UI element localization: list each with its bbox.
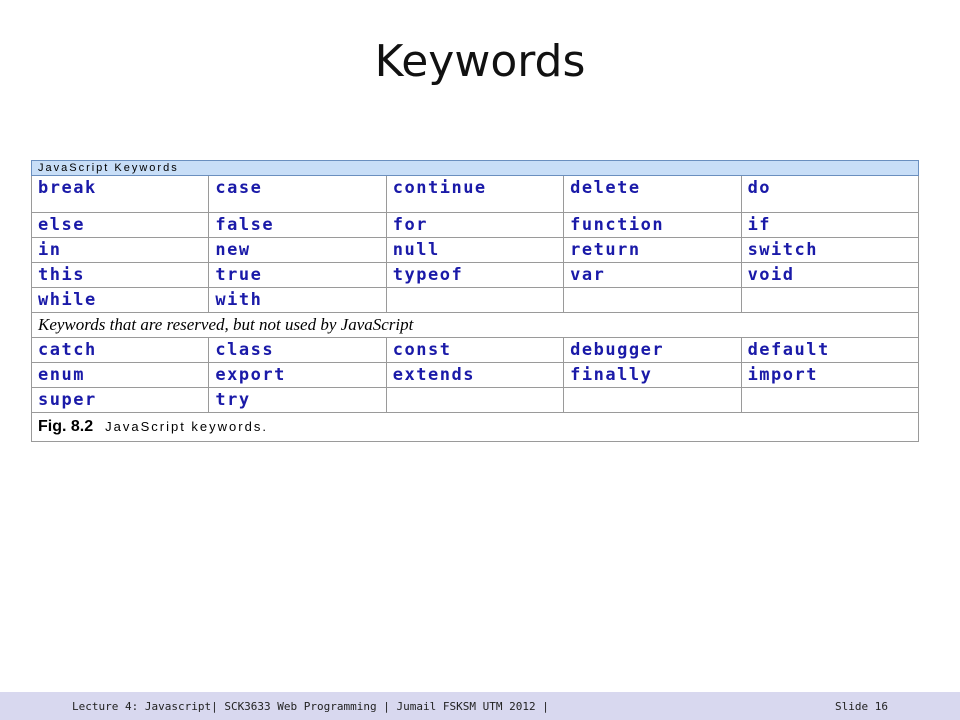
keyword-cell: this: [30, 262, 210, 288]
keyword-cell: for: [385, 212, 565, 238]
keyword-cell: false: [208, 212, 387, 238]
keyword-cell: function: [563, 212, 742, 238]
keyword-cell: [563, 287, 742, 313]
keyword-cell: continue: [385, 175, 565, 213]
keyword-cell: while: [30, 287, 210, 313]
keyword-cell: void: [740, 262, 920, 288]
keyword-cell: do: [740, 175, 920, 213]
table-row: else false for function if: [30, 212, 920, 238]
keyword-cell: debugger: [563, 337, 742, 363]
footer-slide-number: Slide 16: [835, 700, 888, 713]
keyword-cell: extends: [385, 362, 565, 388]
keyword-cell: delete: [563, 175, 742, 213]
keyword-cell: [385, 287, 565, 313]
caption-text: JavaScript keywords.: [105, 419, 268, 434]
keyword-cell: true: [208, 262, 387, 288]
keyword-cell: [563, 387, 742, 413]
footer-course-info: Lecture 4: Javascript| SCK3633 Web Progr…: [72, 700, 549, 713]
table-header: JavaScript Keywords: [31, 160, 919, 176]
keyword-cell: [740, 287, 920, 313]
keyword-cell: export: [208, 362, 387, 388]
keyword-cell: new: [208, 237, 387, 263]
keyword-cell: null: [385, 237, 565, 263]
keyword-cell: default: [740, 337, 920, 363]
keyword-cell: switch: [740, 237, 920, 263]
keyword-cell: break: [30, 175, 210, 213]
keyword-cell: else: [30, 212, 210, 238]
keyword-cell: const: [385, 337, 565, 363]
reserved-label: Keywords that are reserved, but not used…: [31, 312, 919, 338]
keywords-table: JavaScript Keywords break case continue …: [30, 160, 920, 442]
keyword-cell: class: [208, 337, 387, 363]
keyword-cell: catch: [30, 337, 210, 363]
figure-caption: Fig. 8.2 JavaScript keywords.: [31, 412, 919, 442]
keyword-cell: if: [740, 212, 920, 238]
table-row: super try: [30, 387, 920, 413]
table-row: catch class const debugger default: [30, 337, 920, 363]
table-row: enum export extends finally import: [30, 362, 920, 388]
slide-footer: Lecture 4: Javascript| SCK3633 Web Progr…: [0, 692, 960, 720]
keyword-cell: [385, 387, 565, 413]
keyword-cell: typeof: [385, 262, 565, 288]
keyword-cell: with: [208, 287, 387, 313]
keyword-cell: super: [30, 387, 210, 413]
keyword-cell: return: [563, 237, 742, 263]
table-row: break case continue delete do: [30, 175, 920, 213]
table-row: while with: [30, 287, 920, 313]
keyword-cell: try: [208, 387, 387, 413]
keyword-cell: enum: [30, 362, 210, 388]
table-row: in new null return switch: [30, 237, 920, 263]
reserved-label-row: Keywords that are reserved, but not used…: [31, 312, 919, 338]
table-row: this true typeof var void: [30, 262, 920, 288]
caption-fig-number: Fig. 8.2: [38, 418, 94, 435]
table-header-row: JavaScript Keywords: [31, 160, 919, 176]
keyword-cell: finally: [563, 362, 742, 388]
keyword-cell: var: [563, 262, 742, 288]
slide-title: Keywords: [374, 36, 586, 87]
keyword-cell: case: [208, 175, 387, 213]
caption-row: Fig. 8.2 JavaScript keywords.: [31, 412, 919, 442]
keyword-cell: [740, 387, 920, 413]
keyword-cell: in: [30, 237, 210, 263]
keyword-cell: import: [740, 362, 920, 388]
